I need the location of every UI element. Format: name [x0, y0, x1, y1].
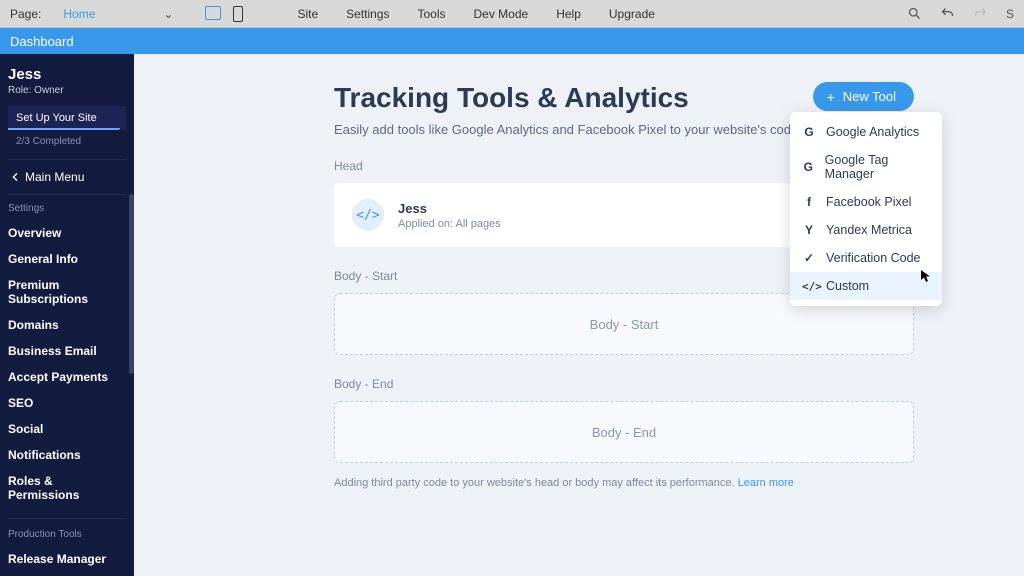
code-icon: </>	[352, 199, 384, 231]
setup-progress: 2/3 Completed	[16, 136, 118, 147]
body-end-label: Body - End	[334, 377, 1024, 391]
sidebar: Jess Role: Owner Set Up Your Site 2/3 Co…	[0, 54, 134, 576]
menu-upgrade[interactable]: Upgrade	[609, 7, 655, 21]
sidebar-item-overview[interactable]: Overview	[8, 220, 126, 246]
mobile-icon[interactable]	[233, 6, 243, 22]
desktop-icon[interactable]	[205, 6, 221, 20]
sidebar-divider	[8, 518, 126, 519]
card-applied: Applied on: All pages	[398, 218, 501, 230]
sidebar-item-general-info[interactable]: General Info	[8, 246, 126, 272]
opt-facebook-pixel[interactable]: fFacebook Pixel	[790, 188, 942, 216]
new-tool-label: New Tool	[843, 89, 896, 104]
google-icon: G	[802, 160, 815, 174]
page-label: Page:	[10, 7, 41, 21]
card-title: Jess	[398, 201, 501, 216]
opt-google-analytics[interactable]: GGoogle Analytics	[790, 118, 942, 146]
sidebar-item-notifications[interactable]: Notifications	[8, 442, 126, 468]
user-name: Jess	[8, 66, 126, 83]
plus-icon: +	[827, 90, 835, 104]
main-menu-label: Main Menu	[25, 170, 84, 184]
redo-icon[interactable]	[973, 6, 988, 21]
opt-google-tag-manager[interactable]: GGoogle Tag Manager	[790, 146, 942, 188]
main-pane: + New Tool GGoogle Analytics GGoogle Tag…	[134, 54, 1024, 576]
sidebar-item-release-manager[interactable]: Release Manager	[8, 546, 126, 572]
device-switch	[205, 6, 243, 22]
chevron-left-icon	[12, 172, 19, 182]
facebook-icon: f	[802, 195, 816, 209]
sidebar-item-seo[interactable]: SEO	[8, 390, 126, 416]
yandex-icon: Y	[802, 223, 816, 237]
page-title: Tracking Tools & Analytics	[334, 82, 1024, 114]
menu-help[interactable]: Help	[556, 7, 581, 21]
sidebar-item-roles[interactable]: Roles & Permissions	[8, 468, 126, 508]
body-end-dropzone[interactable]: Body - End	[334, 401, 914, 463]
topbar-menu: Site Settings Tools Dev Mode Help Upgrad…	[297, 7, 654, 21]
footer-note: Adding third party code to your website'…	[334, 477, 1024, 489]
opt-yandex-metrica[interactable]: YYandex Metrica	[790, 216, 942, 244]
code-icon: </>	[802, 280, 816, 293]
sidebar-item-social[interactable]: Social	[8, 416, 126, 442]
menu-devmode[interactable]: Dev Mode	[474, 7, 529, 21]
dashboard-bar: Dashboard	[0, 28, 1024, 54]
sidebar-item-premium[interactable]: Premium Subscriptions	[8, 272, 126, 312]
section-settings-hdr: Settings	[8, 203, 126, 214]
sidebar-item-accept-payments[interactable]: Accept Payments	[8, 364, 126, 390]
chevron-down-icon[interactable]: ⌄	[163, 7, 173, 21]
topbar-letter[interactable]: S	[1006, 7, 1014, 21]
main-menu-back[interactable]: Main Menu	[8, 159, 126, 195]
editor-topbar: Page: Home ⌄ Site Settings Tools Dev Mod…	[0, 0, 1024, 28]
footer-learn-more-link[interactable]: Learn more	[738, 477, 794, 489]
user-role: Role: Owner	[8, 85, 126, 96]
sidebar-item-business-email[interactable]: Business Email	[8, 338, 126, 364]
opt-verification-code[interactable]: ✓Verification Code	[790, 244, 942, 272]
page-dropdown[interactable]: Home	[63, 7, 95, 21]
menu-tools[interactable]: Tools	[417, 7, 445, 21]
dashboard-title[interactable]: Dashboard	[10, 34, 74, 49]
new-tool-button[interactable]: + New Tool	[813, 82, 914, 111]
menu-site[interactable]: Site	[297, 7, 318, 21]
google-icon: G	[802, 125, 816, 139]
check-icon: ✓	[802, 251, 816, 265]
search-icon[interactable]	[907, 6, 922, 21]
setup-site-card[interactable]: Set Up Your Site	[8, 106, 126, 130]
section-prod-hdr: Production Tools	[8, 529, 126, 540]
undo-icon[interactable]	[940, 6, 955, 21]
cursor-icon	[920, 269, 932, 286]
menu-settings[interactable]: Settings	[346, 7, 389, 21]
sidebar-item-domains[interactable]: Domains	[8, 312, 126, 338]
